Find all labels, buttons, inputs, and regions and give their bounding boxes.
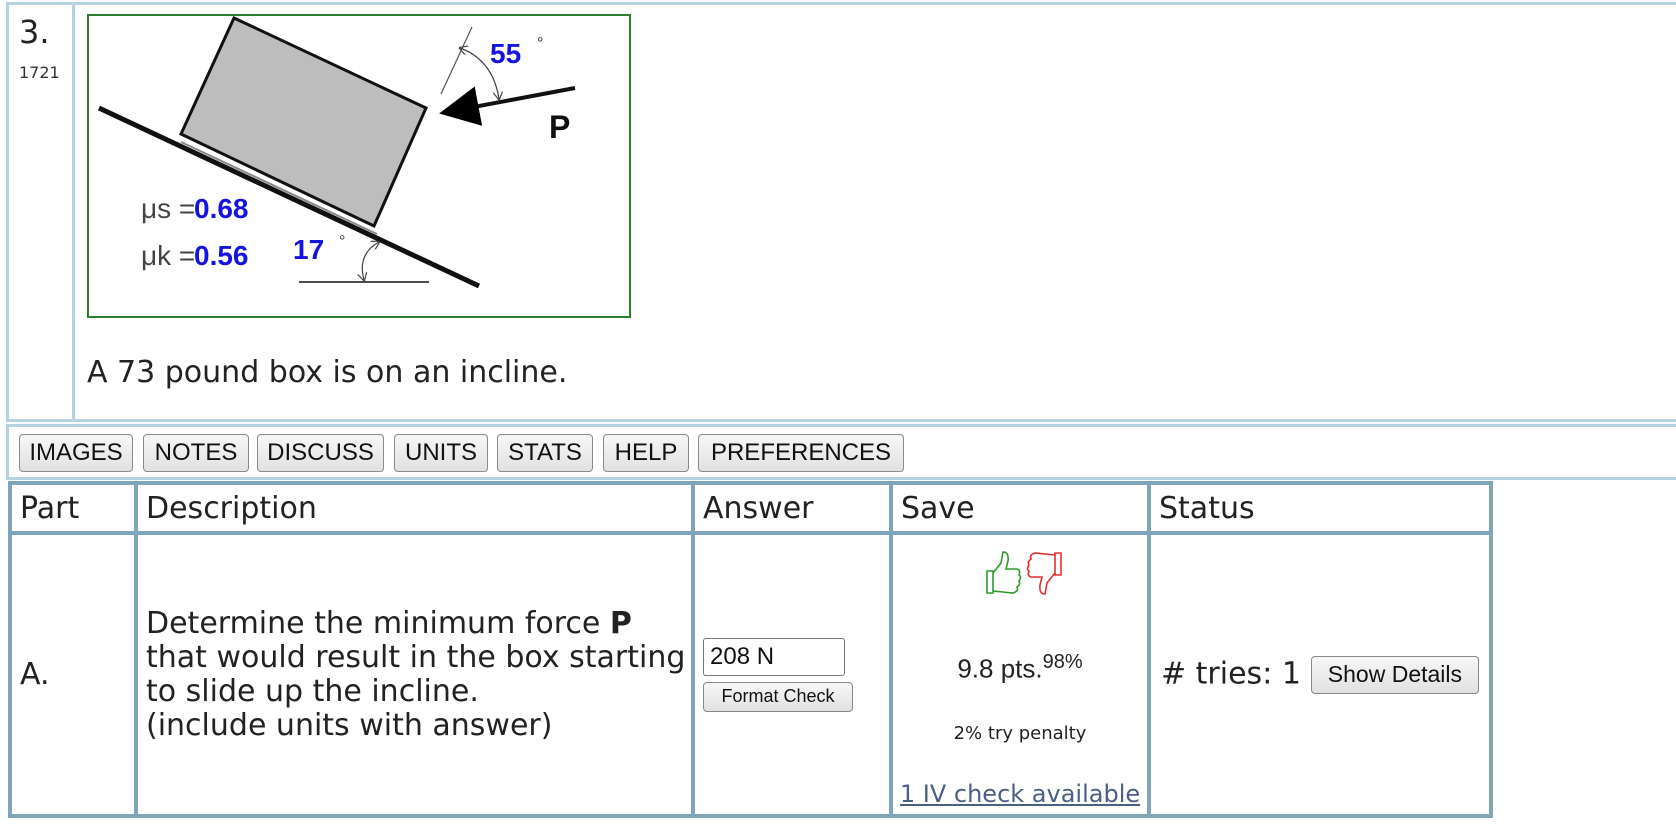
incline-diagram: 55 ° P μs = 0.68 μk = 0.56 17 °	[97, 15, 576, 289]
incline-angle-degree: °	[339, 233, 345, 250]
stats-button[interactable]: STATS	[497, 434, 593, 472]
table-header-row: Part Description Answer Save Status	[10, 483, 1491, 533]
part-description: Determine the minimum force P that would…	[136, 533, 693, 816]
angle-arc-17	[362, 242, 379, 280]
header-part: Part	[10, 483, 136, 533]
header-answer: Answer	[693, 483, 891, 533]
mu-k-value: 0.56	[194, 240, 249, 271]
save-cell: 9.8 pts.98% 2% try penalty 1 IV check av…	[891, 533, 1149, 816]
help-button[interactable]: HELP	[603, 434, 689, 472]
problem-statement: A 73 pound box is on an incline.	[87, 355, 568, 390]
thumbs-up-icon[interactable]	[986, 551, 1022, 594]
desc-text-end: that would result in the box starting to…	[146, 639, 686, 709]
mu-s-symbol: μs =	[141, 193, 195, 224]
mu-s-value: 0.68	[194, 193, 249, 224]
thumbs-down-icon[interactable]	[1026, 552, 1062, 595]
force-p-label: P	[549, 109, 570, 145]
units-button[interactable]: UNITS	[394, 434, 488, 472]
tries-count: # tries: 1	[1161, 656, 1301, 691]
problem-figure: 55 ° P μs = 0.68 μk = 0.56 17 °	[87, 14, 631, 318]
reference-line	[440, 26, 473, 95]
discuss-button[interactable]: DISCUSS	[257, 434, 384, 472]
desc-force-symbol: P	[609, 605, 632, 641]
answer-input[interactable]	[703, 637, 845, 676]
desc-text-start: Determine the minimum force	[146, 605, 610, 641]
header-status: Status	[1149, 483, 1491, 533]
images-button[interactable]: IMAGES	[19, 434, 133, 472]
problem-panel: 3. 1721 55 ° P μs = 0.68 μk = 0.56 17 ° …	[6, 2, 1676, 422]
answer-cell: Format Check	[693, 533, 891, 816]
part-label: A.	[10, 533, 136, 816]
problem-toolbar: IMAGES NOTES DISCUSS UNITS STATS HELP PR…	[6, 424, 1676, 480]
show-details-button[interactable]: Show Details	[1310, 655, 1479, 694]
incline-angle-label: 17	[293, 234, 324, 265]
iv-check-link[interactable]: 1 IV check available	[893, 780, 1147, 808]
table-row: A. Determine the minimum force P that wo…	[10, 533, 1491, 816]
angle-p-label: 55	[490, 38, 521, 69]
desc-units-note: (include units with answer)	[146, 707, 553, 743]
angle-p-degree: °	[537, 35, 543, 52]
points-percent: 98%	[1042, 651, 1083, 673]
problem-number: 3.	[19, 13, 50, 51]
problem-id: 1721	[19, 63, 60, 82]
preferences-button[interactable]: PREFERENCES	[698, 434, 904, 472]
answer-table: Part Description Answer Save Status A. D…	[8, 481, 1493, 818]
header-description: Description	[136, 483, 693, 533]
format-check-button[interactable]: Format Check	[703, 681, 853, 712]
feedback-icons	[979, 549, 1067, 601]
mu-k-symbol: μk =	[141, 240, 195, 271]
try-penalty: 2% try penalty	[953, 723, 1087, 744]
header-save: Save	[891, 483, 1149, 533]
status-cell: # tries: 1 Show Details	[1149, 533, 1491, 816]
points-display: 9.8 pts.98%	[893, 651, 1147, 685]
points-value: 9.8 pts.	[957, 653, 1043, 684]
problem-number-column: 3. 1721	[9, 5, 75, 419]
notes-button[interactable]: NOTES	[143, 434, 249, 472]
